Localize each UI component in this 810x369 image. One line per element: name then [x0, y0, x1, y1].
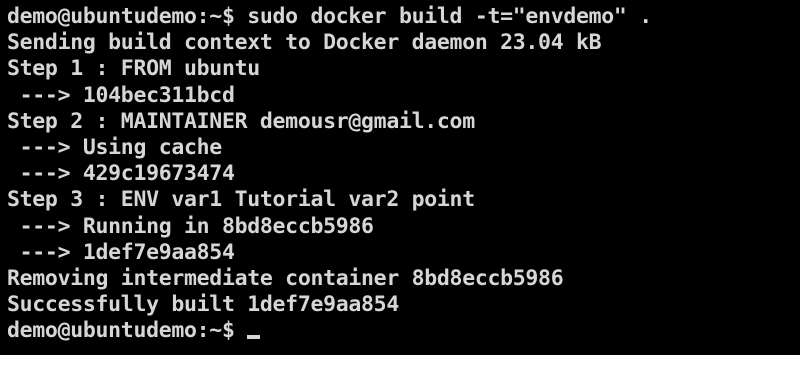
terminal-prompt: demo@ubuntudemo:~$: [7, 318, 235, 344]
terminal-window[interactable]: demo@ubuntudemo:~$ sudo docker build -t=…: [0, 0, 800, 355]
terminal-line-output: Removing intermediate container 8bd8eccb…: [7, 265, 564, 291]
terminal-cursor: [246, 335, 260, 340]
terminal-line-command: demo@ubuntudemo:~$ sudo docker build -t=…: [7, 4, 652, 29]
terminal-prompt-line[interactable]: demo@ubuntudemo:~$: [7, 318, 800, 344]
terminal-line-output: ---> Using cache: [7, 134, 223, 160]
terminal-line-output: ---> 1def7e9aa854: [7, 239, 235, 265]
terminal-line-output: Step 2 : MAINTAINER demousr@gmail.com: [7, 108, 475, 134]
terminal-line-output: ---> 429c19673474: [7, 161, 235, 187]
terminal-line-output: ---> 104bec311bcd: [7, 82, 235, 108]
terminal-line-output: Step 3 : ENV var1 Tutorial var2 point: [7, 187, 475, 213]
terminal-line-output: Successfully built 1def7e9aa854: [7, 292, 399, 318]
terminal-line-output: ---> Running in 8bd8eccb5986: [7, 213, 374, 239]
terminal-line-output: Sending build context to Docker daemon 2…: [7, 30, 602, 56]
terminal-line-output: Step 1 : FROM ubuntu: [7, 56, 260, 82]
